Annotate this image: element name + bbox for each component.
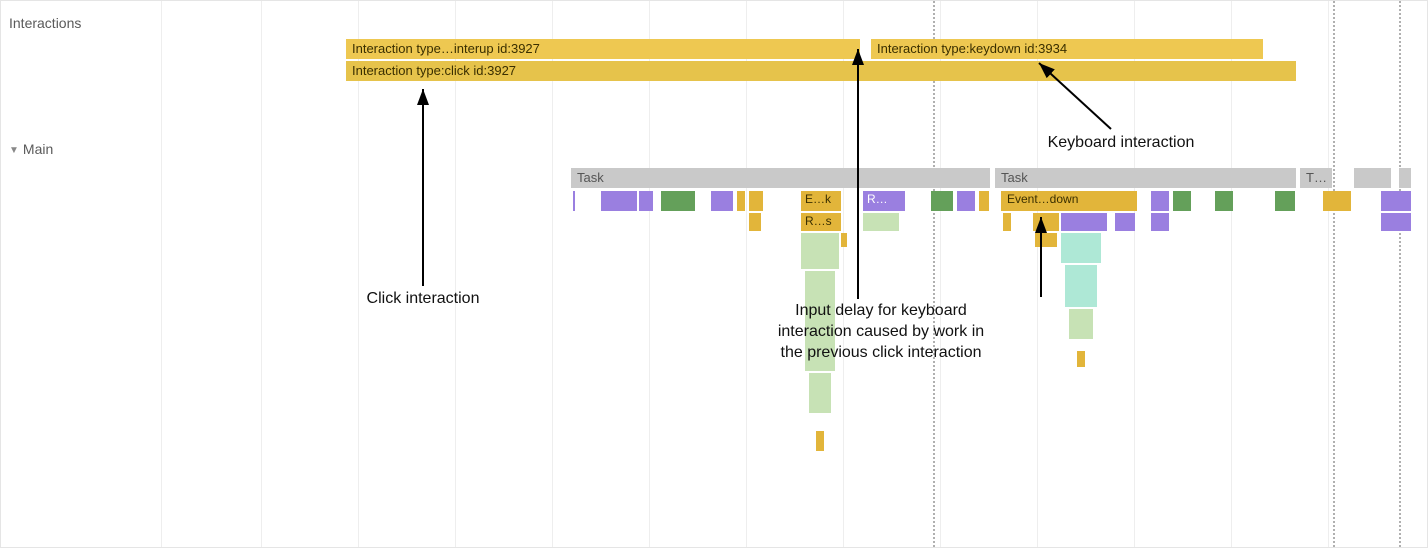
annotation-input-delay: Input delay for keyboard interaction cau… (751, 301, 1011, 363)
flame-label: R… (867, 192, 901, 206)
flame-slice[interactable] (573, 191, 575, 211)
marker-dotted (1399, 1, 1401, 547)
flame-slice[interactable] (1077, 351, 1085, 367)
flame-slice[interactable] (1151, 191, 1169, 211)
flame-slice[interactable] (749, 191, 763, 211)
gridline (552, 1, 553, 547)
task-bar[interactable]: Task (995, 168, 1296, 188)
gridline (455, 1, 456, 547)
flame-label: Event…down (1007, 192, 1135, 206)
flame-slice[interactable] (1381, 191, 1411, 211)
flame-slice[interactable] (1115, 213, 1135, 231)
flame-slice[interactable] (1035, 233, 1057, 247)
flame-slice[interactable] (1173, 191, 1191, 211)
flame-slice[interactable] (1061, 213, 1107, 231)
gridline (1231, 1, 1232, 547)
flame-slice[interactable] (1065, 265, 1097, 307)
gridline (940, 1, 941, 547)
flame-slice[interactable] (1381, 213, 1411, 231)
flame-label: R…s (805, 214, 839, 228)
task-bar[interactable] (1361, 168, 1391, 188)
track-label-main[interactable]: Main (9, 141, 53, 157)
flame-slice[interactable] (639, 191, 653, 211)
flame-slice[interactable] (841, 233, 847, 247)
flame-slice[interactable] (809, 373, 831, 413)
flame-slice[interactable] (805, 271, 835, 371)
flame-slice[interactable] (1003, 213, 1011, 231)
annotation-click: Click interaction (323, 289, 523, 310)
gridline (261, 1, 262, 547)
task-bar[interactable] (1399, 168, 1411, 188)
flame-slice[interactable] (816, 431, 824, 451)
flame-label: E…k (805, 192, 839, 206)
flame-slice[interactable] (957, 191, 975, 211)
gridline (649, 1, 650, 547)
flame-slice[interactable] (801, 233, 839, 269)
gridline (746, 1, 747, 547)
flame-slice[interactable] (1033, 213, 1059, 231)
flame-slice[interactable] (1275, 191, 1295, 211)
flame-slice[interactable] (601, 191, 637, 211)
annotation-arrows (1, 1, 1428, 549)
gridline (358, 1, 359, 547)
track-label-interactions[interactable]: Interactions (9, 15, 81, 31)
interaction-bar-click[interactable]: Interaction type:click id:3927 (346, 61, 1296, 81)
flame-slice[interactable] (979, 191, 989, 211)
flame-slice[interactable] (931, 191, 953, 211)
flame-slice[interactable] (1215, 191, 1233, 211)
gridline (1037, 1, 1038, 547)
flame-slice[interactable] (1151, 213, 1169, 231)
flame-slice[interactable] (749, 213, 761, 231)
flame-slice[interactable] (863, 213, 899, 231)
gridline (1328, 1, 1329, 547)
flame-slice[interactable] (1069, 309, 1093, 339)
task-bar[interactable]: T… (1300, 168, 1332, 188)
interaction-bar-keydown[interactable]: Interaction type:keydown id:3934 (871, 39, 1263, 59)
performance-panel: Interactions Main Interaction type…inter… (0, 0, 1428, 548)
gridline (1134, 1, 1135, 547)
marker-dotted (1333, 1, 1335, 547)
flame-slice[interactable] (1061, 233, 1101, 263)
flame-slice[interactable] (711, 191, 733, 211)
marker-dotted (933, 1, 935, 547)
gridline (843, 1, 844, 547)
flame-slice[interactable] (661, 191, 695, 211)
interaction-bar-pointerup[interactable]: Interaction type…interup id:3927 (346, 39, 860, 59)
task-bar[interactable]: Task (571, 168, 990, 188)
flame-slice[interactable] (1323, 191, 1351, 211)
flame-slice[interactable] (737, 191, 745, 211)
gridline (161, 1, 162, 547)
